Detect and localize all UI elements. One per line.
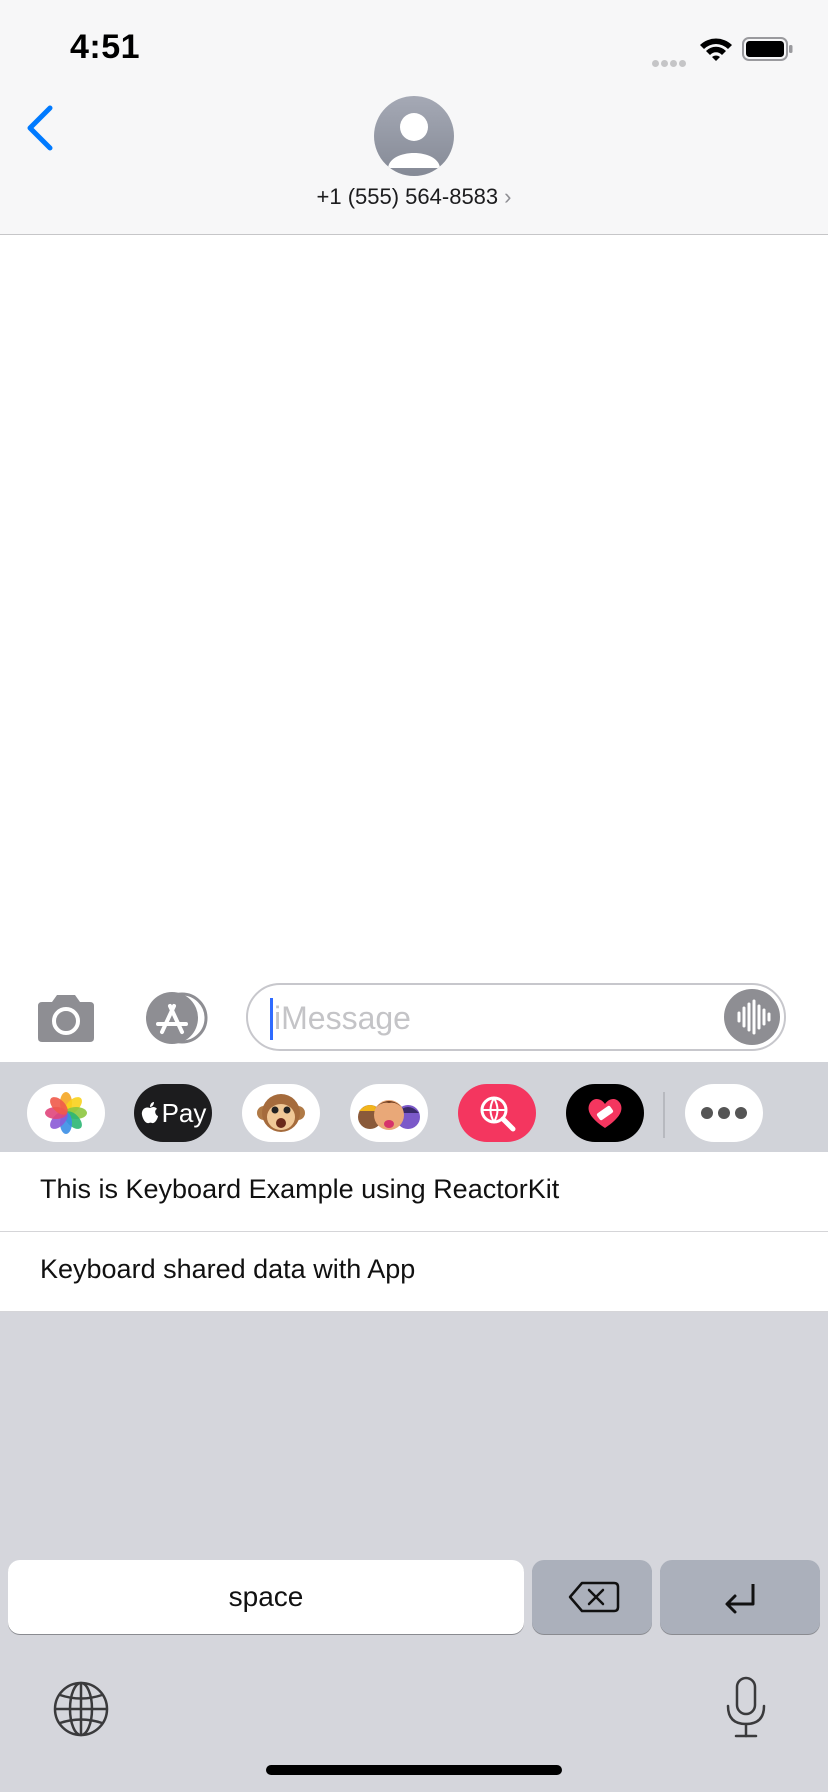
camera-icon[interactable]	[34, 992, 98, 1044]
delete-icon	[568, 1581, 620, 1613]
list-item-label: This is Keyboard Example using ReactorKi…	[40, 1174, 560, 1204]
chevron-right-icon: ›	[504, 184, 512, 209]
apple-pay-label: Pay	[161, 1097, 207, 1128]
more-icon[interactable]	[685, 1084, 763, 1142]
list-item-label: Keyboard shared data with App	[40, 1254, 416, 1284]
audio-waveform-icon[interactable]	[724, 989, 780, 1045]
space-key[interactable]: space	[8, 1560, 524, 1634]
memoji-icon[interactable]	[350, 1084, 428, 1142]
delete-key[interactable]	[532, 1560, 652, 1634]
apple-pay-icon[interactable]: Pay	[134, 1084, 212, 1142]
globe-icon[interactable]	[52, 1680, 110, 1738]
status-time: 4:51	[70, 28, 141, 66]
list-item[interactable]: Keyboard shared data with App	[0, 1232, 828, 1312]
message-placeholder: iMessage	[274, 1000, 411, 1036]
battery-icon	[742, 37, 794, 61]
app-store-icon[interactable]	[140, 992, 212, 1044]
home-indicator	[266, 1765, 562, 1775]
cellular-signal-icon	[652, 54, 692, 67]
return-key[interactable]	[660, 1560, 820, 1634]
text-caret	[270, 998, 273, 1040]
web-search-icon[interactable]	[458, 1084, 536, 1142]
animoji-icon[interactable]	[242, 1084, 320, 1142]
contact-number: +1 (555) 564-8583	[316, 184, 499, 209]
back-chevron-icon[interactable]	[20, 102, 60, 154]
return-icon	[725, 1584, 755, 1614]
list-item[interactable]: This is Keyboard Example using ReactorKi…	[0, 1152, 828, 1232]
keyboard	[0, 1312, 828, 1792]
drawer-divider	[663, 1092, 665, 1138]
heart-sticker-icon[interactable]	[566, 1084, 644, 1142]
photos-icon[interactable]	[27, 1084, 105, 1142]
microphone-icon[interactable]	[724, 1676, 768, 1740]
contact-avatar[interactable]	[374, 96, 454, 176]
wifi-icon	[698, 34, 734, 64]
contact-name[interactable]: +1 (555) 564-8583 ›	[0, 184, 828, 210]
